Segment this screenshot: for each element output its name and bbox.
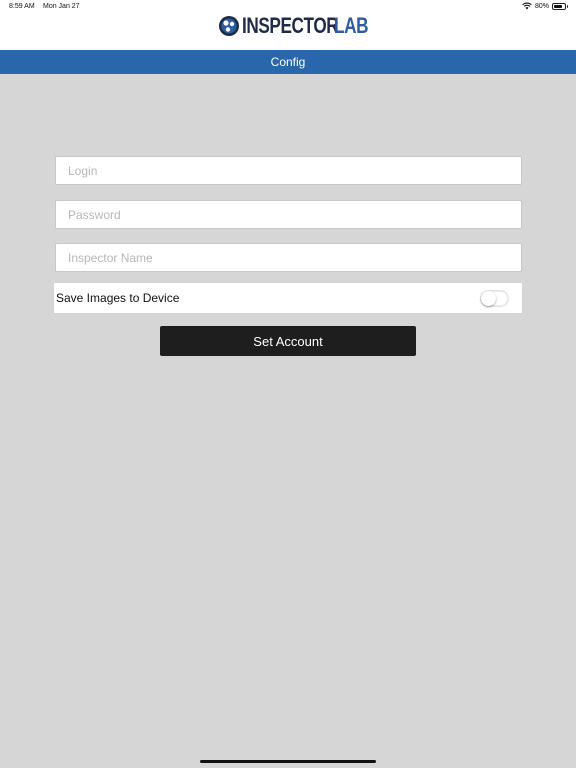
login-input[interactable] xyxy=(55,156,522,185)
app-header: 8:59 AM Mon Jan 27 80% INSPECTOR LAB xyxy=(0,0,576,50)
logo-wordmark: INSPECTOR LAB xyxy=(242,15,378,37)
inspector-name-input[interactable] xyxy=(55,243,522,272)
battery-fill xyxy=(554,4,562,8)
page-title: Config xyxy=(270,55,306,69)
status-indicators: 80% xyxy=(522,2,568,10)
wifi-icon xyxy=(522,2,532,10)
status-date: Mon Jan 27 xyxy=(43,3,80,10)
nav-bar: Config xyxy=(0,50,576,74)
home-indicator xyxy=(200,760,376,763)
logo-inspector-text: INSPECTOR xyxy=(242,13,339,38)
save-images-toggle[interactable] xyxy=(480,290,509,307)
save-images-row: Save Images to Device xyxy=(54,283,522,313)
inspectorlab-logo: INSPECTOR LAB xyxy=(218,11,378,41)
battery-percent: 80% xyxy=(534,2,549,10)
set-account-button[interactable]: Set Account xyxy=(160,326,416,356)
logo-lab-text: LAB xyxy=(334,13,369,38)
toggle-knob xyxy=(481,291,496,306)
save-images-label: Save Images to Device xyxy=(56,291,180,305)
logo-globe-icon xyxy=(219,16,239,36)
password-input[interactable] xyxy=(55,200,522,229)
status-time: 8:59 AM xyxy=(9,3,35,10)
battery-icon xyxy=(552,2,568,10)
